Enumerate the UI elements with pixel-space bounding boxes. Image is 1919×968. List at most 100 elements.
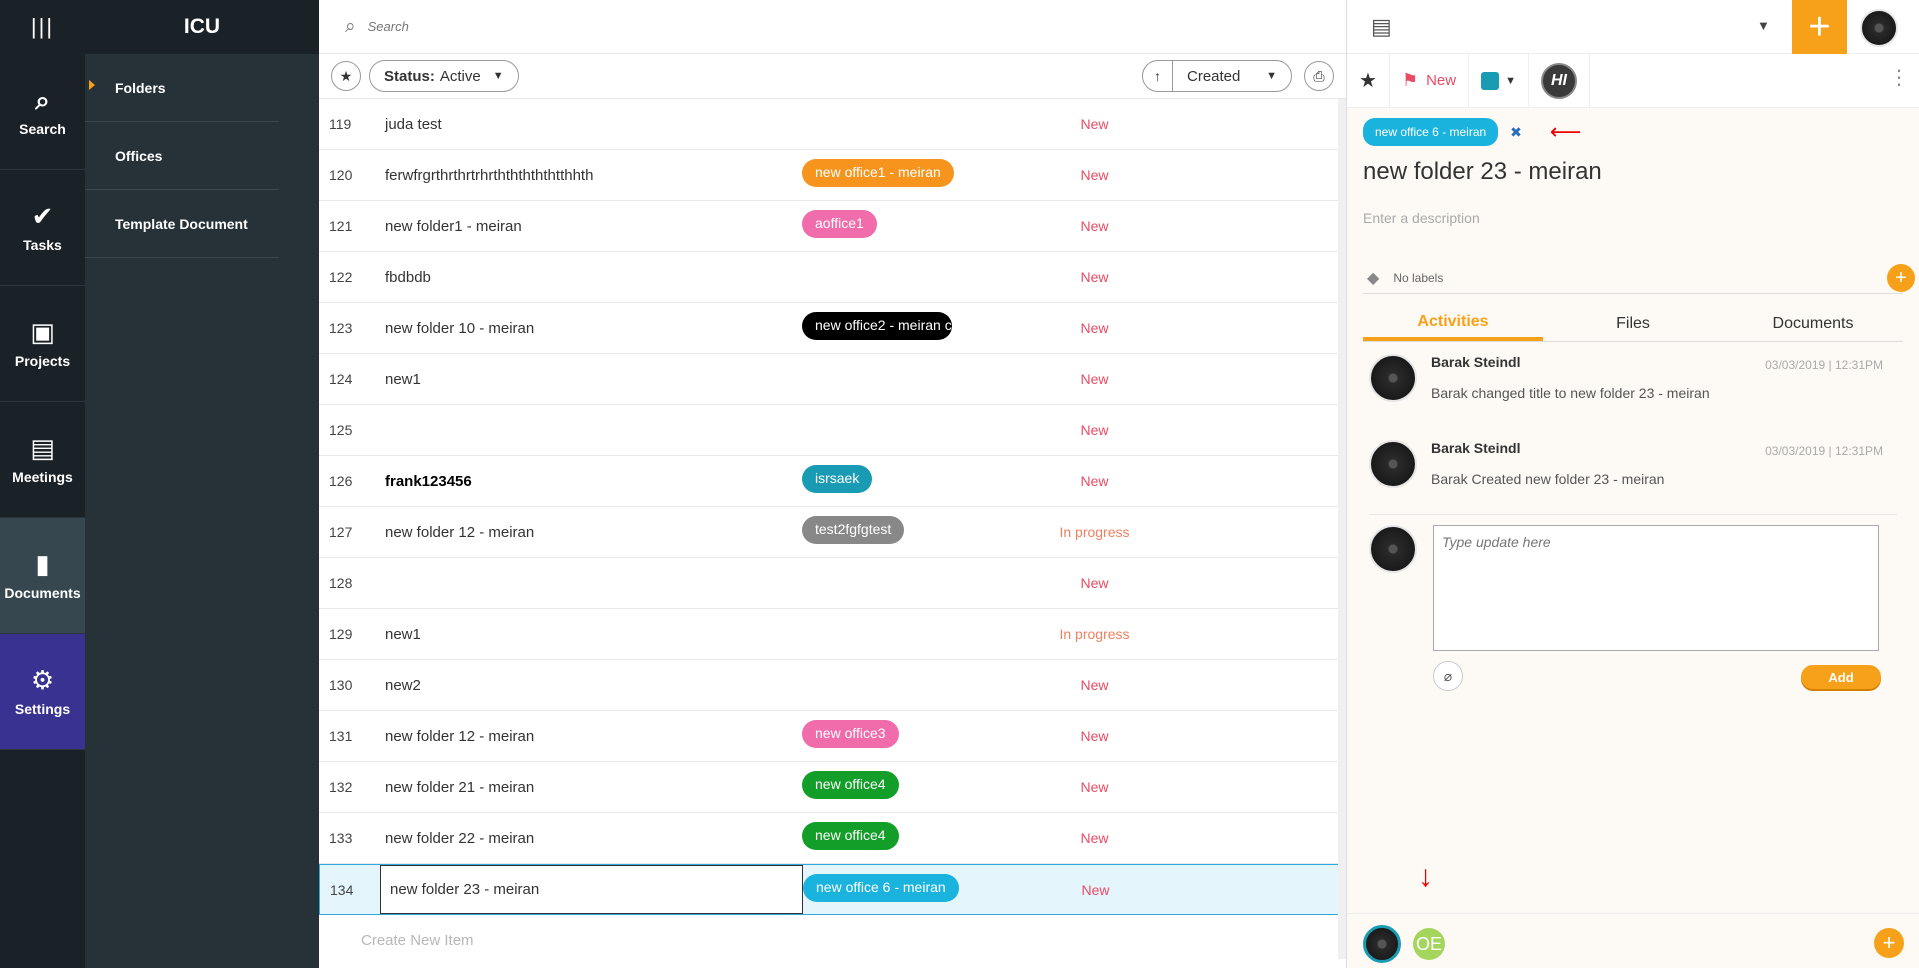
table-row[interactable]: 127 new folder 12 - meiran test2fgfgtest In… xyxy=(319,507,1346,558)
color-picker[interactable]: ▼ xyxy=(1469,53,1529,108)
nav-item-label: Meetings xyxy=(12,468,73,485)
status-dropdown[interactable]: ⚑ New xyxy=(1390,53,1470,108)
status-filter-label: Status: xyxy=(384,67,435,85)
row-status: New xyxy=(1080,218,1109,234)
activity-text: Barak changed title to new folder 23 - m… xyxy=(1431,385,1710,401)
row-title[interactable]: ferwfrgrthrthrtrhrthththththtthhth xyxy=(379,167,802,184)
row-title[interactable]: new folder 12 - meiran xyxy=(379,728,802,745)
table-row[interactable]: 120 ferwfrgrthrthrtrhrthththththtthhth new… xyxy=(319,150,1346,201)
sub-nav-item-template-document[interactable]: Template Document xyxy=(85,190,279,258)
row-title[interactable]: juda test xyxy=(379,116,802,133)
row-number: 120 xyxy=(329,167,353,183)
kebab-menu-icon[interactable]: ⋮ xyxy=(1889,68,1909,88)
table-row[interactable]: 130 new2 New xyxy=(319,660,1346,711)
row-title[interactable]: new1 xyxy=(379,626,802,643)
office-badge[interactable]: new office1 - meiran xyxy=(802,159,954,187)
activity-item: Barak Steindl Barak Created new folder 2… xyxy=(1347,428,1919,514)
avatar[interactable] xyxy=(1860,9,1898,47)
add-button[interactable]: + xyxy=(1792,0,1847,54)
avatar[interactable] xyxy=(1363,925,1401,963)
table-row[interactable]: 125 New xyxy=(319,405,1346,456)
row-number: 126 xyxy=(329,473,353,489)
table-row[interactable]: 121 new folder1 - meiran aoffice1 New xyxy=(319,201,1346,252)
sort-direction-button[interactable]: ↑ xyxy=(1143,61,1173,91)
table-row[interactable]: 126 frank123456 isrsaek New xyxy=(319,456,1346,507)
nav-item-settings[interactable]: ⚙ Settings xyxy=(0,634,85,750)
add-label-button[interactable]: + xyxy=(1887,264,1915,292)
table-row[interactable]: 128 New xyxy=(319,558,1346,609)
arrow-right-icon xyxy=(89,80,95,90)
row-title[interactable]: new folder 10 - meiran xyxy=(379,320,802,337)
table-row[interactable]: 134 new folder 23 - meiran new office 6 - … xyxy=(319,864,1346,915)
row-number: 128 xyxy=(329,575,353,591)
search-input[interactable] xyxy=(367,19,968,34)
status-filter-dropdown[interactable]: Status: Active ▼ xyxy=(369,60,519,92)
chevron-down-icon[interactable]: ▼ xyxy=(1757,18,1770,33)
update-input[interactable] xyxy=(1433,525,1879,651)
table-row[interactable]: 119 juda test New xyxy=(319,99,1346,150)
row-title[interactable]: new2 xyxy=(379,677,802,694)
close-icon[interactable]: ✖ xyxy=(1510,124,1522,141)
table-row[interactable]: 129 new1 In progress xyxy=(319,609,1346,660)
row-title[interactable]: new folder 23 - meiran xyxy=(380,865,803,914)
row-title[interactable]: frank123456 xyxy=(379,473,802,490)
office-badge[interactable]: isrsaek xyxy=(802,465,873,493)
description-field[interactable]: Enter a description xyxy=(1347,194,1919,242)
table-row[interactable]: 122 fbdbdb New xyxy=(319,252,1346,303)
row-title[interactable]: new folder 21 - meiran xyxy=(379,779,802,796)
detail-toolbar: ★ ⚑ New ▼ HI ⋮ xyxy=(1347,53,1919,108)
tab-documents[interactable]: Documents xyxy=(1723,306,1903,341)
sub-nav-item-offices[interactable]: Offices xyxy=(85,122,279,190)
nav-item-search[interactable]: ⌕ Search xyxy=(0,54,85,170)
table-row[interactable]: 123 new folder 10 - meiran new office2 - m… xyxy=(319,303,1346,354)
office-tag[interactable]: new office 6 - meiran xyxy=(1363,118,1499,146)
tab-files[interactable]: Files xyxy=(1543,306,1723,341)
office-badge[interactable]: new office4 xyxy=(802,822,899,850)
office-badge[interactable]: test2fgfgtest xyxy=(802,516,905,544)
row-title[interactable]: new1 xyxy=(379,371,802,388)
user-initials-avatar[interactable]: OE xyxy=(1413,928,1445,960)
row-status: New xyxy=(1080,677,1109,693)
office-badge[interactable]: aoffice1 xyxy=(802,210,877,238)
office-tag-row: new office 6 - meiran ✖ ⟵ xyxy=(1347,108,1919,148)
table-row[interactable]: 124 new1 New xyxy=(319,354,1346,405)
office-badge[interactable]: new office2 - meiran check color xyxy=(802,312,952,340)
row-title[interactable]: fbdbdb xyxy=(379,269,802,286)
paperclip-icon[interactable]: ⌀ xyxy=(1433,661,1463,691)
sub-nav-item-label: Template Document xyxy=(115,215,248,232)
chat-icon[interactable]: ▤ xyxy=(1371,14,1392,40)
tab-activities[interactable]: Activities xyxy=(1363,306,1543,341)
row-status: New xyxy=(1080,167,1109,183)
nav-item-meetings[interactable]: ▤ Meetings xyxy=(0,402,85,518)
row-status: New xyxy=(1080,371,1109,387)
row-number: 134 xyxy=(330,881,354,898)
office-badge[interactable]: new office3 xyxy=(802,720,899,748)
office-badge[interactable]: new office4 xyxy=(802,771,899,799)
scrollbar[interactable] xyxy=(1338,99,1346,959)
print-button[interactable]: ⎙ xyxy=(1304,61,1334,91)
table-row[interactable]: 133 new folder 22 - meiran new office4 New xyxy=(319,813,1346,864)
table-row[interactable]: 131 new folder 12 - meiran new office3 New xyxy=(319,711,1346,762)
nav-item-documents[interactable]: ▮ Documents xyxy=(0,518,85,634)
star-icon[interactable]: ★ xyxy=(1347,53,1390,108)
bars-icon[interactable]: ||| xyxy=(0,0,85,54)
row-status: New xyxy=(1080,779,1109,795)
detail-title[interactable]: new folder 23 - meiran xyxy=(1347,148,1919,194)
sub-nav-item-folders[interactable]: Folders xyxy=(85,54,279,122)
row-title[interactable]: new folder 22 - meiran xyxy=(379,830,802,847)
nav-item-projects[interactable]: ▣ Projects xyxy=(0,286,85,402)
row-title[interactable]: new folder 12 - meiran xyxy=(379,524,802,541)
assignee[interactable]: HI xyxy=(1529,53,1590,108)
office-badge[interactable]: new office 6 - meiran xyxy=(803,873,959,902)
nav-item-tasks[interactable]: ✔ Tasks xyxy=(0,170,85,286)
add-watcher-button[interactable]: + xyxy=(1874,928,1904,958)
star-filter-button[interactable]: ★ xyxy=(331,61,361,91)
add-update-button[interactable]: Add xyxy=(1801,665,1881,689)
row-title[interactable]: new folder1 - meiran xyxy=(379,218,802,235)
row-status: New xyxy=(1080,473,1109,489)
sort-dropdown[interactable]: Created ▼ xyxy=(1173,68,1291,85)
create-new-item[interactable]: Create New Item xyxy=(319,915,1346,965)
briefcase-icon: ▣ xyxy=(30,316,55,347)
table-row[interactable]: 132 new folder 21 - meiran new office4 New xyxy=(319,762,1346,813)
watchers-footer: OE + xyxy=(1347,913,1919,968)
